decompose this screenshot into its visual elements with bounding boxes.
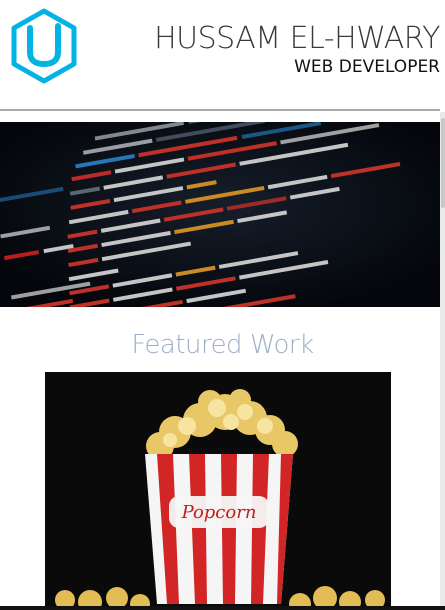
popcorn-box-image: Popcorn xyxy=(45,372,391,610)
popcorn-label: Popcorn xyxy=(181,502,257,523)
html-source-code-image xyxy=(0,122,440,307)
hero-code-image xyxy=(0,122,440,307)
featured-work-item-popcorn[interactable]: Popcorn xyxy=(45,372,391,610)
site-owner-name: HUSSAM EL-HWARY xyxy=(154,21,440,56)
udacity-logo-icon[interactable] xyxy=(10,8,78,84)
site-header: HUSSAM EL-HWARY WEB DEVELOPER xyxy=(0,0,445,112)
site-owner-title: WEB DEVELOPER xyxy=(294,57,440,77)
header-divider xyxy=(0,109,440,111)
scrollbar-thumb[interactable] xyxy=(441,118,445,208)
featured-work-heading: Featured Work xyxy=(131,330,314,360)
bottom-border xyxy=(0,606,445,610)
